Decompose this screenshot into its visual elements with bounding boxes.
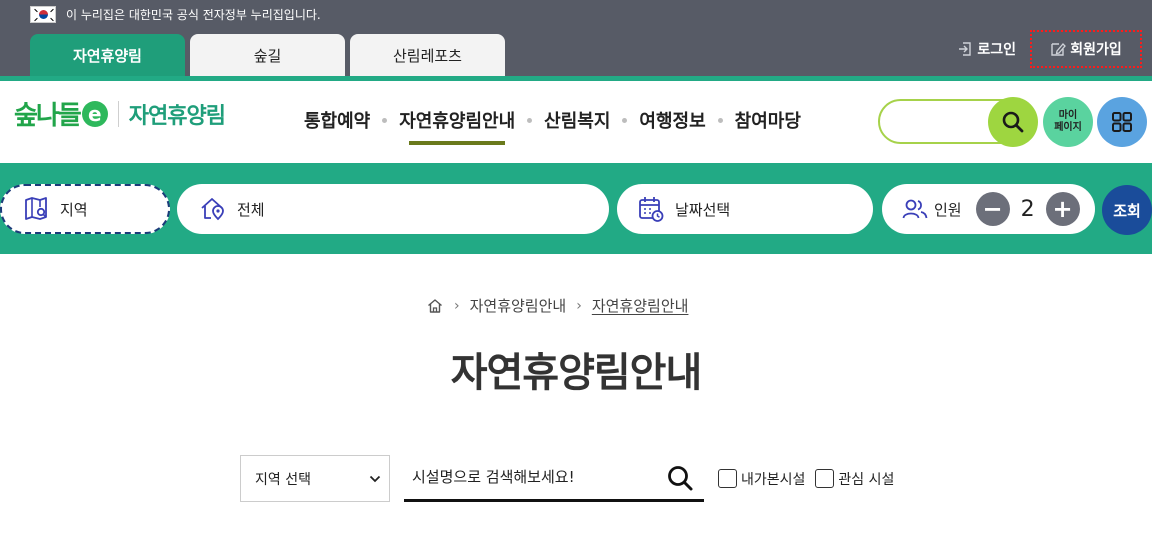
- people-increase-button[interactable]: +: [1045, 192, 1080, 226]
- tab-recreation-forest[interactable]: 자연휴양림: [30, 34, 185, 76]
- checkbox-box[interactable]: [815, 469, 835, 488]
- nav-recreation-forest-guide[interactable]: 자연휴양림안내: [391, 107, 523, 145]
- facility-label: 전체: [237, 200, 265, 219]
- grid-menu-icon: [1112, 112, 1132, 132]
- nav-separator-dot: [527, 117, 533, 123]
- facility-search: [404, 455, 704, 502]
- chevron-down-icon: [369, 475, 381, 482]
- main-header: 숲나들 e 자연휴양림 통합예약 자연휴양림안내 산림복지 여행정보 참여마당 …: [0, 81, 1152, 163]
- house-location-icon: [201, 198, 224, 221]
- breadcrumb: › 자연휴양림안내 › 자연휴양림안내: [426, 295, 688, 316]
- chevron-right-icon: ›: [454, 297, 460, 314]
- facility-filter: 지역 선택 내가본시설 관심 시설: [240, 455, 894, 502]
- all-menu-button[interactable]: [1097, 97, 1147, 147]
- nav-separator-dot: [622, 117, 628, 123]
- edit-icon: [1051, 43, 1067, 56]
- nav-separator-dot: [717, 117, 723, 123]
- logo-brand: 숲나들: [14, 101, 82, 131]
- map-pin-icon: [25, 197, 47, 220]
- signup-label: 회원가입: [1070, 42, 1122, 58]
- header-search-button[interactable]: [988, 97, 1038, 147]
- facility-search-input[interactable]: [404, 457, 654, 497]
- people-label: 인원: [934, 200, 962, 219]
- logo-divider: [117, 100, 119, 127]
- auth-links: 로그인 회원가입: [951, 30, 1142, 68]
- region-dropdown[interactable]: 지역 선택: [240, 455, 390, 502]
- site-logo[interactable]: 숲나들 e 자연휴양림: [14, 95, 226, 132]
- date-label: 날짜선택: [675, 200, 731, 219]
- signup-link[interactable]: 회원가입: [1030, 30, 1142, 68]
- tab-forest-leisure-sports[interactable]: 산림레포츠: [350, 34, 505, 76]
- login-link[interactable]: 로그인: [951, 30, 1022, 68]
- date-selector[interactable]: 날짜선택: [617, 184, 873, 234]
- logo-e-mark: e: [81, 100, 108, 127]
- chevron-right-icon: ›: [576, 297, 582, 314]
- visited-facilities-checkbox[interactable]: 내가본시설: [718, 469, 805, 489]
- mypage-button[interactable]: 마이 페이지: [1043, 97, 1093, 147]
- nav-forest-welfare[interactable]: 산림복지: [536, 107, 618, 133]
- top-bar: 이 누리집은 대한민국 공식 전자정부 누리집입니다. 자연휴양림 숲길 산림레…: [0, 0, 1152, 76]
- gov-notice: 이 누리집은 대한민국 공식 전자정부 누리집입니다.: [30, 4, 321, 24]
- people-count: 2: [1020, 196, 1035, 222]
- breadcrumb-level1[interactable]: 자연휴양림안내: [470, 295, 567, 316]
- breadcrumb-current[interactable]: 자연휴양림안내: [592, 295, 689, 316]
- people-counter: 인원 − 2 +: [882, 184, 1095, 234]
- facility-selector[interactable]: 전체: [177, 184, 609, 234]
- people-decrease-button[interactable]: −: [975, 192, 1010, 226]
- nav-separator-dot: [382, 117, 388, 123]
- quick-booking-bar: 지역 전체 날짜선택 인원 − 2 + 조회: [0, 163, 1152, 254]
- visited-facilities-label: 내가본시설: [741, 471, 806, 488]
- checkbox-box[interactable]: [718, 469, 737, 488]
- region-dropdown-value: 지역 선택: [255, 471, 311, 488]
- nav-integrated-reservation[interactable]: 통합예약: [296, 107, 378, 133]
- favorite-facilities-label: 관심 시설: [838, 471, 895, 488]
- region-label: 지역: [60, 200, 88, 219]
- korean-flag-icon: [30, 5, 56, 23]
- nav-travel-info[interactable]: 여행정보: [631, 107, 713, 133]
- nav-participation[interactable]: 참여마당: [727, 107, 809, 133]
- calendar-icon: [639, 197, 664, 222]
- main-nav: 통합예약 자연휴양림안내 산림복지 여행정보 참여마당: [296, 107, 809, 145]
- page-title: 자연휴양림안내: [450, 350, 703, 396]
- gov-notice-text: 이 누리집은 대한민국 공식 전자정부 누리집입니다.: [66, 7, 321, 22]
- home-icon[interactable]: [426, 297, 444, 315]
- search-icon: [1002, 111, 1024, 133]
- people-icon: [902, 199, 928, 219]
- tab-forest-trail[interactable]: 숲길: [190, 34, 345, 76]
- site-tabs: 자연휴양림 숲길 산림레포츠: [30, 34, 505, 76]
- login-label: 로그인: [977, 42, 1016, 58]
- favorite-facilities-checkbox[interactable]: 관심 시설: [815, 469, 894, 489]
- search-icon[interactable]: [666, 464, 694, 492]
- region-selector[interactable]: 지역: [0, 184, 170, 234]
- mypage-label: 마이 페이지: [1054, 110, 1082, 133]
- lookup-button[interactable]: 조회: [1102, 185, 1152, 235]
- login-icon: [959, 42, 972, 56]
- logo-site-name: 자연휴양림: [128, 103, 226, 129]
